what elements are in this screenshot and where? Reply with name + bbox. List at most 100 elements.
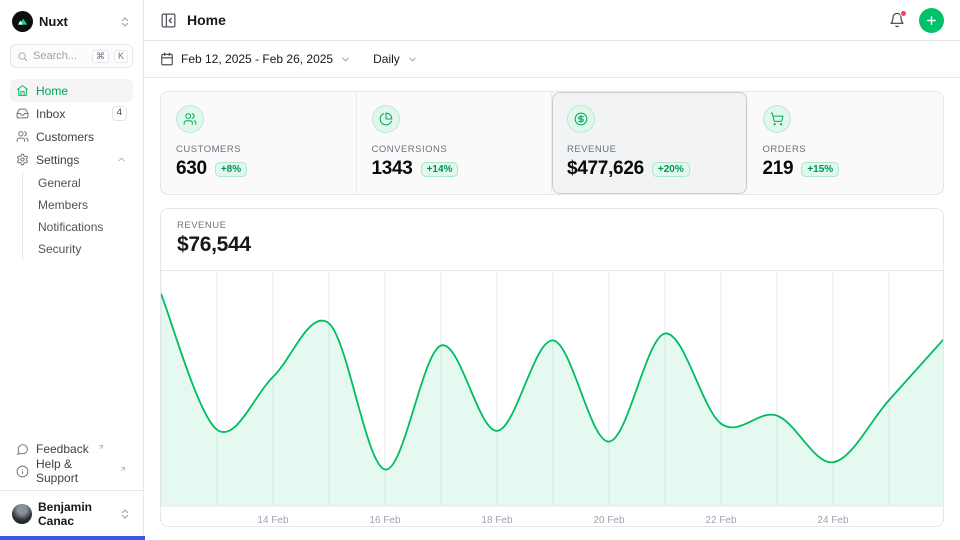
notification-dot (900, 10, 907, 17)
stats-row: CUSTOMERS 630 +8% CONVERSIONS 1343 +14% REVENU… (160, 91, 944, 195)
stat-icon-circle (176, 105, 204, 133)
kbd-key: K (114, 50, 128, 63)
search-icon (17, 51, 28, 62)
plus-icon (925, 14, 938, 27)
stat-card-orders[interactable]: ORDERS 219 +15% (748, 92, 944, 194)
sidebar-link-label: Help & Support (36, 457, 111, 485)
filters-toolbar: Feb 12, 2025 - Feb 26, 2025 Daily (144, 41, 960, 78)
chart-x-tick-label: 20 Feb (593, 515, 625, 526)
stat-delta-badge: +15% (801, 162, 839, 177)
app-window: Nuxt Search... ⌘ K Home Inbox 4 Customers Se… (0, 0, 960, 540)
user-name: Benjamin Canac (38, 500, 113, 528)
external-link-icon (97, 443, 105, 451)
stat-icon-circle (372, 105, 400, 133)
stat-value-row: 1343 +14% (372, 158, 537, 180)
main-panel: Home Feb 12, 2025 - Feb 26, 2025 Daily (144, 0, 960, 540)
sidebar-item-label: Home (36, 84, 68, 98)
workspace-switcher[interactable]: Nuxt (10, 9, 133, 36)
chevron-down-icon (407, 54, 418, 65)
chart-x-tick-label: 16 Feb (369, 515, 401, 526)
chart-x-tick-label: 14 Feb (257, 515, 289, 526)
user-avatar (12, 504, 32, 524)
sidebar-item-customers[interactable]: Customers (10, 125, 133, 148)
stat-label: ORDERS (763, 144, 929, 155)
chart-header: REVENUE $76,544 (161, 209, 943, 271)
sidebar-item-label: Customers (36, 130, 94, 144)
arrow-up-right-icon (119, 465, 127, 473)
calendar-icon (160, 52, 174, 66)
stat-card-customers[interactable]: CUSTOMERS 630 +8% (161, 92, 357, 194)
stat-label: REVENUE (567, 144, 732, 155)
search-input[interactable]: Search... ⌘ K (10, 44, 133, 68)
stat-label: CUSTOMERS (176, 144, 341, 155)
users-icon (16, 130, 29, 143)
external-link-icon (119, 465, 127, 473)
stat-value: $477,626 (567, 158, 644, 180)
stat-delta-badge: +14% (421, 162, 459, 177)
users-icon (183, 112, 197, 126)
sidebar-link-label: Feedback (36, 442, 89, 456)
sidebar-footer-links: FeedbackHelp & Support (10, 438, 133, 482)
sidebar-item-settings[interactable]: Settings (10, 148, 133, 171)
sidebar-item-home[interactable]: Home (10, 79, 133, 102)
sidebar-nav: Home Inbox 4 Customers Settings GeneralMember… (10, 79, 133, 261)
search-placeholder: Search... (33, 50, 87, 62)
sidebar-submenu-settings: GeneralMembersNotificationsSecurity (22, 172, 133, 260)
chevrons-up-down-icon (119, 508, 131, 520)
notifications-button[interactable] (889, 12, 905, 28)
chevron-up-icon (116, 154, 127, 165)
cart-icon (770, 112, 784, 126)
revenue-area-chart[interactable]: 14 Feb 16 Feb 18 Feb 20 Feb 22 Feb 24 Feb (161, 271, 944, 527)
panel-left-close-icon (160, 12, 177, 29)
period-select[interactable]: Daily (373, 52, 418, 66)
stat-value: 219 (763, 158, 794, 180)
dollar-icon (574, 112, 588, 126)
stat-card-conversions[interactable]: CONVERSIONS 1343 +14% (357, 92, 553, 194)
sidebar-subitem-members[interactable]: Members (23, 194, 133, 216)
stat-delta-badge: +8% (215, 162, 247, 177)
sidebar-item-inbox[interactable]: Inbox 4 (10, 102, 133, 125)
stat-value-row: 630 +8% (176, 158, 341, 180)
stat-value-row: $477,626+20% (567, 158, 732, 180)
sidebar-subitem-notifications[interactable]: Notifications (23, 216, 133, 238)
home-icon (16, 84, 29, 97)
chart-x-tick-label: 22 Feb (705, 515, 737, 526)
inbox-icon (16, 107, 29, 120)
revenue-chart-card: REVENUE $76,544 14 Feb 16 Feb 18 Feb 20 Feb… (160, 208, 944, 527)
add-button[interactable] (919, 8, 944, 33)
sidebar-subitem-security[interactable]: Security (23, 238, 133, 260)
chart-metric-value: $76,544 (177, 233, 927, 257)
page-header: Home (144, 0, 960, 41)
stat-value: 630 (176, 158, 207, 180)
stat-label: CONVERSIONS (372, 144, 537, 155)
user-menu[interactable]: Benjamin Canac (10, 491, 133, 530)
sidebar-subitem-general[interactable]: General (23, 172, 133, 194)
stat-card-revenue[interactable]: REVENUE $477,626+20% (552, 92, 748, 194)
arrow-up-right-icon (97, 443, 105, 451)
sidebar-item-label: Inbox (36, 107, 65, 121)
bottom-left-edge-strip (0, 536, 145, 540)
nuxt-logo-icon (12, 11, 33, 32)
header-actions (889, 8, 944, 33)
stat-icon-circle (567, 105, 595, 133)
date-range-value: Feb 12, 2025 - Feb 26, 2025 (181, 52, 333, 66)
page-title: Home (187, 12, 226, 28)
workspace-name: Nuxt (39, 14, 68, 29)
stat-value: 1343 (372, 158, 413, 180)
sidebar-spacer (10, 261, 133, 438)
stat-value-row: 219 +15% (763, 158, 929, 180)
pie-chart-icon (379, 112, 393, 126)
chart-x-tick-label: 18 Feb (481, 515, 513, 526)
page-content: CUSTOMERS 630 +8% CONVERSIONS 1343 +14% REVENU… (144, 78, 960, 540)
chart-x-tick-label: 24 Feb (817, 515, 849, 526)
sidebar-item-label: Settings (36, 153, 79, 167)
collapse-sidebar-button[interactable] (160, 12, 177, 29)
sidebar-link-help[interactable]: Help & Support (10, 460, 133, 482)
inbox-count-badge: 4 (112, 106, 127, 120)
date-range-picker[interactable]: Feb 12, 2025 - Feb 26, 2025 (160, 52, 351, 66)
sidebar: Nuxt Search... ⌘ K Home Inbox 4 Customers Se… (0, 0, 144, 540)
info-icon (16, 465, 29, 478)
gear-icon (16, 153, 29, 166)
chart-metric-label: REVENUE (177, 220, 927, 231)
chevron-down-icon (340, 54, 351, 65)
